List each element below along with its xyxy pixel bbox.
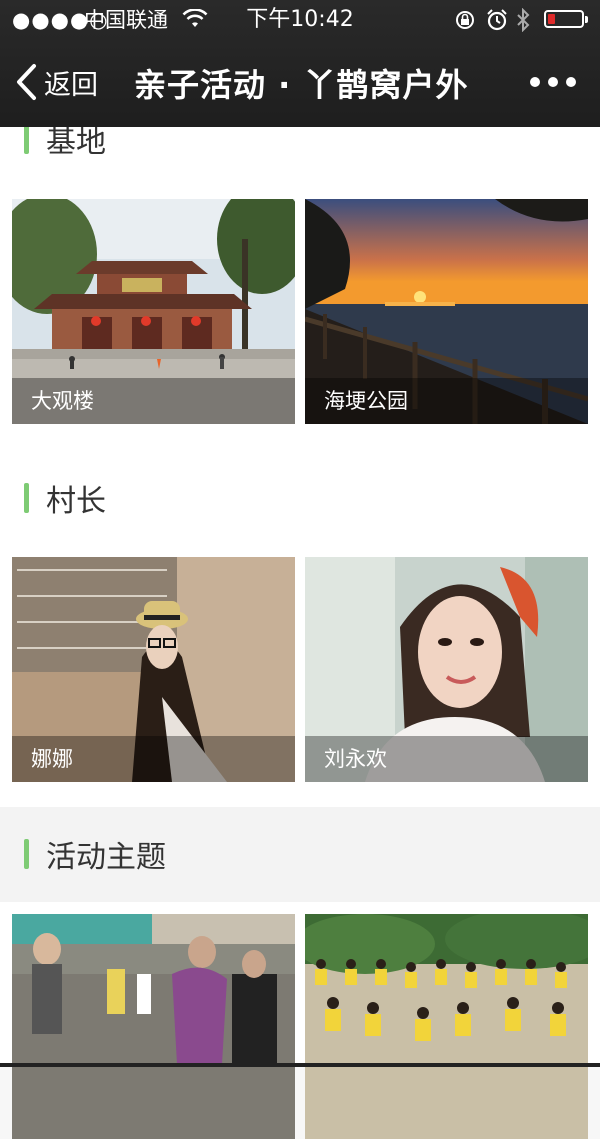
battery-level [548,14,555,24]
section-accent-bar [24,839,29,869]
rotation-lock-icon [456,11,474,29]
card-caption: 大观楼 [12,378,295,424]
card-activity-theme-2[interactable] [305,914,588,1139]
battery-cap [585,16,588,23]
card-caption: 刘永欢 [305,736,588,782]
status-bar: ●●●●○ 中国联通 下午10:42 [0,0,600,40]
more-dot-icon [548,77,558,87]
alarm-icon [487,9,507,31]
top-bar: ●●●●○ 中国联通 下午10:42 返回 亲子活动 · 丫鹊窝户外 [0,0,600,127]
card-daguan-tower[interactable]: 大观楼 [12,199,295,424]
card-caption: 娜娜 [12,736,295,782]
navigation-bar: 返回 亲子活动 · 丫鹊窝户外 [0,40,600,127]
card-activity-theme-1[interactable] [12,914,295,1139]
card-nana[interactable]: 娜娜 [12,557,295,782]
kids-yellow-shirts-photo [305,914,588,1139]
more-dot-icon [566,77,576,87]
parents-children-photo [12,914,295,1139]
page-title: 亲子活动 · 丫鹊窝户外 [134,66,469,104]
back-label: 返回 [44,69,98,101]
bluetooth-icon [517,8,530,32]
more-options-button[interactable] [530,70,576,94]
section-title: 活动主题 [46,840,166,875]
bottom-edge [0,1063,600,1067]
section-accent-bar [24,124,29,154]
clock: 下午10:42 [246,7,354,32]
section-header-activity-theme: 活动主题 [0,834,600,875]
battery-icon [544,10,588,28]
more-dot-icon [530,77,540,87]
section-title: 村长 [46,484,106,519]
section-accent-bar [24,483,29,513]
back-button[interactable]: 返回 [14,58,98,106]
chevron-left-icon [17,64,36,100]
card-caption: 海埂公园 [305,378,588,424]
section-header-village-head: 村长 [0,478,600,519]
card-liu-yonghuan[interactable]: 刘永欢 [305,557,588,782]
card-haigeng-park[interactable]: 海埂公园 [305,199,588,424]
